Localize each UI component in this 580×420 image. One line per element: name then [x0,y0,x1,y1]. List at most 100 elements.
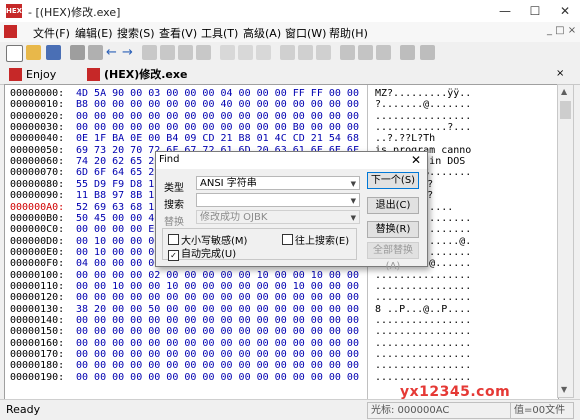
row-hex-bytes[interactable]: 00 00 00 00 00 00 00 00 00 00 00 00 00 0… [76,372,359,383]
vertical-scrollbar[interactable]: ▲ ▼ [557,84,574,398]
bookmark-icon[interactable] [220,45,235,60]
row-hex-bytes[interactable]: 4D 5A 90 00 03 00 00 00 04 00 00 00 FF F… [76,88,359,99]
row-offset: 00000130: [10,303,65,315]
exit-button[interactable]: 退出(C) [367,197,419,214]
undo-icon[interactable]: ← [106,45,121,60]
table-row[interactable]: 00000130: 38 20 00 00 50 00 00 00 00 00 0… [5,304,558,315]
chevron-down-icon: ▼ [350,197,356,205]
goto-icon[interactable] [196,45,211,60]
table-row[interactable]: 00000020: 00 00 00 00 00 00 00 00 00 00 0… [5,111,558,122]
find-next-icon[interactable] [160,45,175,60]
row-hex-bytes[interactable]: 0E 1F BA 0E 00 B4 09 CD 21 B8 01 4C CD 2… [76,133,359,144]
replace-icon[interactable] [178,45,193,60]
row-hex-bytes[interactable]: 00 00 00 00 00 00 00 00 00 00 00 00 00 0… [76,349,359,360]
replace-input[interactable]: 修改成功 OJBK ▼ [196,210,360,224]
row-hex-bytes[interactable]: 38 20 00 00 50 00 00 00 00 00 00 00 00 0… [76,304,359,315]
row-offset: 00000140: [10,315,65,326]
row-offset: 00000010: [10,99,65,111]
close-icon[interactable]: ✕ [406,152,426,169]
scroll-down-icon[interactable]: ▼ [561,385,567,394]
bookmark-next-icon[interactable] [238,45,253,60]
row-ascii[interactable]: ................ [375,372,471,383]
row-ascii[interactable]: ................ [375,281,471,292]
copy-icon[interactable] [88,45,103,60]
calc-icon[interactable] [340,45,355,60]
table-row[interactable]: 00000120: 00 00 00 00 00 00 00 00 00 00 0… [5,292,558,303]
row-hex-bytes[interactable]: 00 00 00 00 00 00 00 00 00 00 00 00 00 0… [76,338,359,349]
table-row[interactable]: 00000160: 00 00 00 00 00 00 00 00 00 00 0… [5,338,558,349]
row-ascii[interactable]: 8 ..P...@..P.... [375,304,471,315]
window-icon[interactable] [400,45,415,60]
tab-close-icon[interactable]: × [556,68,564,79]
table-row[interactable]: 00000100: 00 00 00 00 02 00 00 00 00 00 1… [5,270,558,281]
redo-icon[interactable]: → [122,45,137,60]
menu-search[interactable]: 搜索(S) [117,25,155,41]
new-file-icon[interactable] [6,45,23,62]
row-ascii[interactable]: ................ [375,349,471,360]
scroll-thumb[interactable] [560,101,571,119]
row-offset: 000000E0: [10,246,65,258]
replace-button[interactable]: 替换(R) [367,221,419,238]
menu-tools[interactable]: 工具(T) [201,25,238,41]
row-ascii[interactable]: ................ [375,338,471,349]
type-select[interactable]: ANSI 字符串 ▼ [196,176,360,190]
maximize-icon[interactable]: ☐ [520,0,550,22]
row-ascii[interactable]: ............?... [375,122,471,133]
zoom-icon[interactable] [256,45,271,60]
find-icon[interactable] [142,45,157,60]
row-ascii[interactable]: ................ [375,360,471,371]
menu-edit[interactable]: 编辑(E) [75,25,113,41]
table-row[interactable]: 00000010: B8 00 00 00 00 00 00 00 40 00 0… [5,99,558,110]
text-mode-icon[interactable] [298,45,313,60]
auto-complete-checkbox[interactable]: ✓ 自动完成(U) [168,245,236,261]
scroll-up-icon[interactable]: ▲ [561,87,567,96]
help-icon[interactable] [420,45,435,60]
row-hex-bytes[interactable]: 00 00 10 00 00 10 00 00 00 00 00 00 10 0… [76,281,359,292]
table-row[interactable]: 00000180: 00 00 00 00 00 00 00 00 00 00 0… [5,360,558,371]
row-hex-bytes[interactable]: 00 00 00 00 00 00 00 00 00 00 00 00 00 0… [76,111,359,122]
close-icon[interactable]: ✕ [550,0,580,22]
find-next-button[interactable]: 下一个(S) [367,172,419,189]
open-folder-icon[interactable] [26,45,41,60]
row-ascii[interactable]: ................ [375,111,471,122]
row-ascii[interactable]: MZ?.........ÿÿ.. [375,88,471,99]
table-row[interactable]: 00000190: 00 00 00 00 00 00 00 00 00 00 0… [5,372,558,383]
menu-view[interactable]: 查看(V) [159,25,197,41]
menu-help[interactable]: 帮助(H) [329,25,368,41]
table-row[interactable]: 00000030: 00 00 00 00 00 00 00 00 00 00 0… [5,122,558,133]
row-ascii[interactable]: ..?.??L?Th [375,133,435,144]
settings-icon[interactable] [316,45,331,60]
table-row[interactable]: 00000140: 00 00 00 00 00 00 00 00 00 00 0… [5,315,558,326]
search-up-checkbox[interactable]: 往上搜索(E) [282,232,349,247]
tab-hex-file[interactable]: (HEX)修改.exe [84,66,190,83]
menu-advanced[interactable]: 高级(A) [243,25,281,41]
row-ascii[interactable]: ................ [375,315,471,326]
menu-file[interactable]: 文件(F) [33,25,70,41]
checkbox-box [168,234,179,245]
row-ascii[interactable]: ?.......@....... [375,99,471,110]
search-input[interactable]: ▼ [196,193,360,207]
row-hex-bytes[interactable]: 00 00 00 00 00 00 00 00 00 00 00 00 B0 0… [76,122,359,133]
row-hex-bytes[interactable]: 00 00 00 00 00 00 00 00 00 00 00 00 00 0… [76,315,359,326]
row-ascii[interactable]: ................ [375,292,471,303]
compare-icon[interactable] [358,45,373,60]
table-row[interactable]: 00000000: 4D 5A 90 00 03 00 00 00 04 00 0… [5,88,558,99]
table-row[interactable]: 00000110: 00 00 10 00 00 10 00 00 00 00 0… [5,281,558,292]
row-ascii[interactable]: ................ [375,326,471,337]
row-hex-bytes[interactable]: 00 00 00 00 00 00 00 00 00 00 00 00 00 0… [76,360,359,371]
hex-mode-icon[interactable] [280,45,295,60]
minimize-icon[interactable]: — [490,0,520,22]
table-row[interactable]: 00000150: 00 00 00 00 00 00 00 00 00 00 0… [5,326,558,337]
save-icon[interactable] [46,45,61,60]
mdi-controls[interactable]: _ □ × [547,25,576,36]
table-row[interactable]: 00000170: 00 00 00 00 00 00 00 00 00 00 0… [5,349,558,360]
row-hex-bytes[interactable]: B8 00 00 00 00 00 00 00 40 00 00 00 00 0… [76,99,359,110]
menu-window[interactable]: 窗口(W) [285,25,326,41]
replace-all-button[interactable]: 全部替换(A) [367,242,419,272]
row-hex-bytes[interactable]: 00 00 00 00 02 00 00 00 00 00 10 00 00 1… [76,270,359,281]
table-row[interactable]: 00000040: 0E 1F BA 0E 00 B4 09 CD 21 B8 0… [5,133,558,144]
cut-icon[interactable] [70,45,85,60]
row-hex-bytes[interactable]: 00 00 00 00 00 00 00 00 00 00 00 00 00 0… [76,326,359,337]
checksum-icon[interactable] [376,45,391,60]
row-hex-bytes[interactable]: 00 00 00 00 00 00 00 00 00 00 00 00 00 0… [76,292,359,303]
